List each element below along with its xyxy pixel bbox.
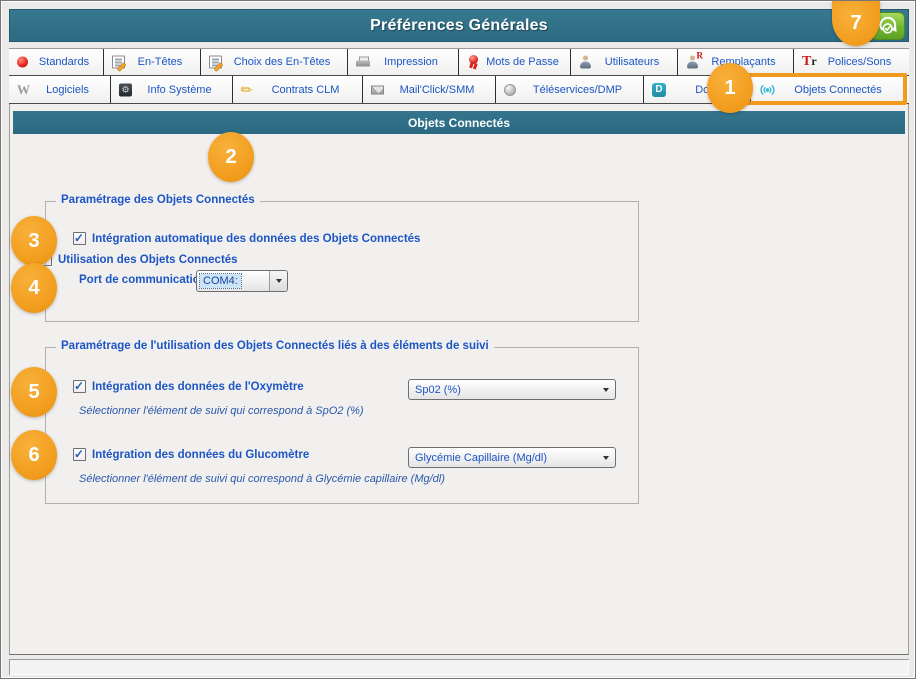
group2-legend: Paramétrage de l'utilisation des Objets … — [56, 340, 494, 352]
d-letter-icon — [652, 83, 666, 97]
tab-label: En-Têtes — [122, 56, 183, 68]
printer-icon — [356, 57, 370, 68]
callout-6: 6 — [11, 430, 57, 480]
tab-label: Polices/Sons — [812, 56, 892, 68]
tab-row-1: Standards En-Têtes Choix des En-Têtes Im… — [9, 48, 909, 76]
oxymeter-selected-value: Sp02 (%) — [409, 384, 597, 396]
oxymeter-checkbox[interactable]: Intégration des données de l'Oxymètre — [73, 380, 304, 393]
oxymeter-select[interactable]: Sp02 (%) — [408, 379, 616, 400]
dropdown-arrow-icon[interactable] — [597, 448, 615, 467]
glucometer-selected-value: Glycémie Capillaire (Mg/dl) — [409, 452, 597, 464]
glucometer-label: Intégration des données du Glucomètre — [92, 449, 309, 461]
checkbox-icon[interactable] — [73, 380, 86, 393]
tab-label: Utilisateurs — [589, 56, 659, 68]
tab-label: Objets Connectés — [778, 84, 881, 96]
group1-legend: Paramétrage des Objets Connectés — [56, 194, 260, 206]
font-tr-icon: Tr — [802, 54, 817, 70]
tab-label: Mail'Click/SMM — [384, 84, 475, 96]
tab-en-tetes[interactable]: En-Têtes — [104, 49, 201, 75]
tab-label: Mots de Passe — [470, 56, 559, 68]
globe-icon — [504, 84, 516, 96]
status-bar — [9, 659, 909, 675]
callout-3: 3 — [11, 216, 57, 266]
header-doc-icon — [209, 56, 222, 69]
oxymeter-label: Intégration des données de l'Oxymètre — [92, 381, 304, 393]
preferences-window: Préférences Générales Standards En-Têtes — [0, 0, 916, 679]
red-dot-icon — [17, 57, 28, 68]
pencil-icon — [241, 81, 253, 98]
glucometer-checkbox[interactable]: Intégration des données du Glucomètre — [73, 448, 309, 461]
tab-impression[interactable]: Impression — [348, 49, 459, 75]
port-selected-value: COM4: — [200, 274, 241, 288]
tab-teleservices-dmp[interactable]: Téléservices/DMP — [496, 76, 644, 103]
port-select[interactable]: COM4: — [196, 270, 288, 292]
port-label: Port de communication — [79, 274, 207, 286]
checkbox-icon[interactable] — [73, 448, 86, 461]
tab-contrats-clm[interactable]: Contrats CLM — [233, 76, 363, 103]
validate-check-icon — [877, 15, 899, 37]
group-elements-de-suivi: Paramétrage de l'utilisation des Objets … — [45, 347, 639, 504]
tab-objets-connectes[interactable]: Objets Connectés — [751, 76, 909, 103]
tab-mailclick-smm[interactable]: Mail'Click/SMM — [363, 76, 496, 103]
glucometer-note: Sélectionner l'élément de suivi qui corr… — [79, 473, 445, 485]
callout-4: 4 — [11, 263, 57, 313]
auto-integration-label: Intégration automatique des données des … — [92, 233, 420, 245]
tab-row-2: W Logiciels Info Système Contrats CLM Ma… — [9, 76, 909, 104]
w-letter-icon: W — [17, 82, 30, 98]
title-bar: Préférences Générales — [9, 9, 909, 42]
red-seal-icon — [467, 55, 479, 69]
callout-5: 5 — [11, 367, 57, 417]
system-gear-icon — [119, 83, 132, 96]
section-title-bar: Objets Connectés — [13, 111, 905, 134]
tab-label: Logiciels — [30, 84, 89, 96]
envelope-icon — [371, 85, 384, 94]
tab-mots-de-passe[interactable]: Mots de Passe — [459, 49, 571, 75]
tab-label: Info Système — [131, 84, 211, 96]
tab-label: Impression — [368, 56, 438, 68]
checkbox-icon[interactable] — [73, 232, 86, 245]
glucometer-select[interactable]: Glycémie Capillaire (Mg/dl) — [408, 447, 616, 468]
tab-logiciels[interactable]: W Logiciels — [9, 76, 111, 103]
tab-choix-des-en-tetes[interactable]: Choix des En-Têtes — [201, 49, 348, 75]
window-title: Préférences Générales — [370, 17, 548, 35]
tab-info-systeme[interactable]: Info Système — [111, 76, 233, 103]
callout-1: 1 — [707, 63, 753, 113]
user-r-icon: R — [686, 56, 699, 69]
callout-2: 2 — [208, 132, 254, 182]
dropdown-arrow-icon[interactable] — [597, 380, 615, 399]
user-icon — [579, 56, 592, 69]
tab-standards[interactable]: Standards — [9, 49, 104, 75]
header-doc-icon — [112, 56, 125, 69]
auto-integration-checkbox[interactable]: Intégration automatique des données des … — [73, 232, 420, 245]
content-panel: Objets Connectés Utilisation des Objets … — [9, 104, 909, 655]
tab-polices-sons[interactable]: Tr Polices/Sons — [794, 49, 909, 75]
tab-label: Standards — [23, 56, 89, 68]
group-parametrage-objets: Paramétrage des Objets Connectés Intégra… — [45, 201, 639, 322]
wireless-signal-icon — [759, 83, 776, 96]
tab-label: Choix des En-Têtes — [218, 56, 331, 68]
tab-utilisateurs[interactable]: Utilisateurs — [571, 49, 678, 75]
tab-label: Contrats CLM — [256, 84, 340, 96]
tab-label: Téléservices/DMP — [517, 84, 622, 96]
oxymeter-note: Sélectionner l'élément de suivi qui corr… — [79, 405, 364, 417]
dropdown-arrow-icon[interactable] — [269, 271, 287, 291]
